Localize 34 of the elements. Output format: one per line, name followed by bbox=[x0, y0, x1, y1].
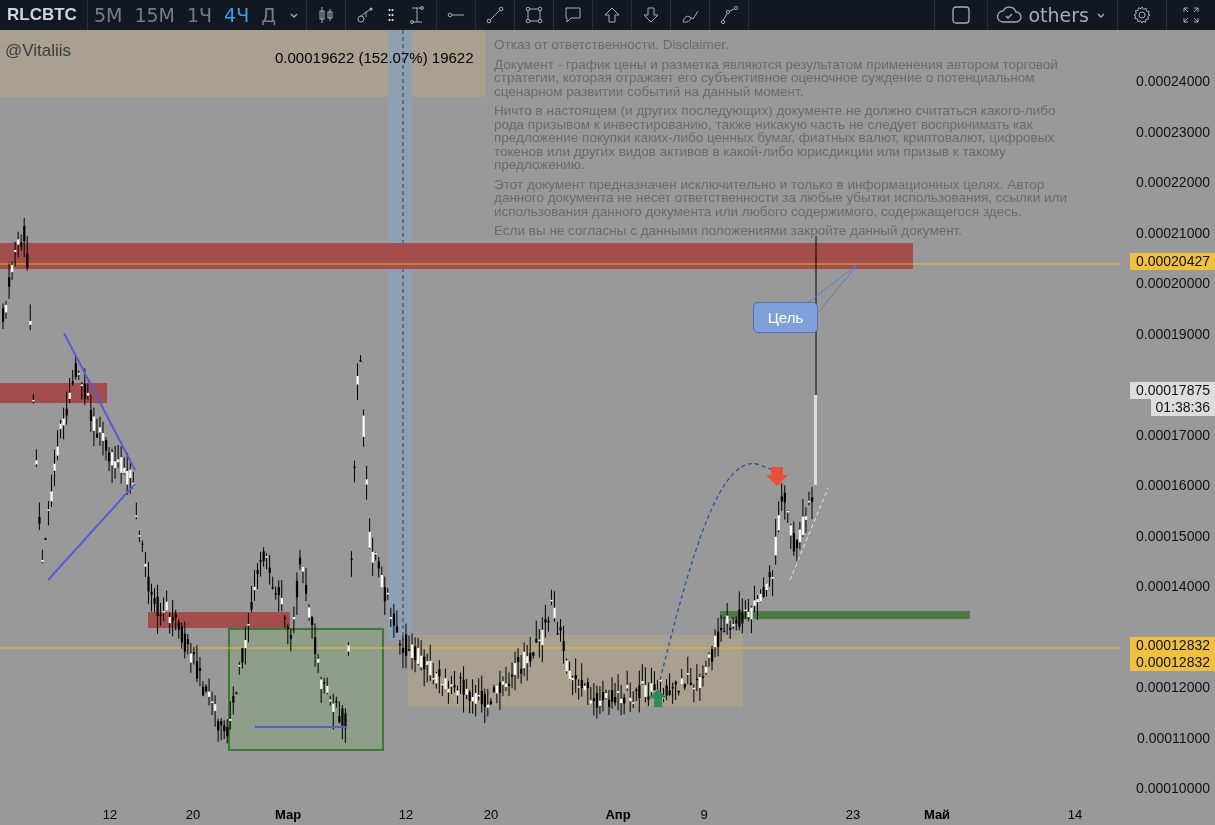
time-axis-label: 20 bbox=[185, 807, 201, 822]
price-axis-label: 0.00020000 bbox=[1136, 275, 1210, 291]
price-axis-label: 0.00019000 bbox=[1136, 325, 1210, 342]
time-axis-label: Апр bbox=[605, 807, 631, 822]
price-axis-label: 0.00012000 bbox=[1136, 679, 1210, 695]
price-axis-label: 0.00017000 bbox=[1136, 426, 1210, 443]
price-axis-label: 0.00016000 bbox=[1136, 477, 1210, 493]
price-axis-label: 0.00014000 bbox=[1136, 578, 1210, 594]
interval-tab[interactable]: Д bbox=[255, 0, 283, 30]
callout: Цель bbox=[753, 302, 818, 333]
price-axis-label: 0.00010000 bbox=[1136, 780, 1210, 796]
countdown-label: 01:38:36 bbox=[1150, 399, 1215, 417]
time-axis-label: Май bbox=[923, 807, 951, 822]
interval-tab[interactable]: 4Ч bbox=[218, 0, 256, 30]
interval-tab[interactable]: 5М bbox=[87, 0, 129, 30]
price-axis-label: 0.00021000 bbox=[1136, 224, 1210, 241]
price-axis-label: 0.00011000 bbox=[1137, 729, 1210, 746]
measure-label: 0.00019622 (152.07%) 19622 bbox=[275, 49, 474, 66]
interval-tab[interactable]: 1Ч bbox=[180, 0, 219, 30]
time-axis-label: 9 bbox=[700, 807, 708, 822]
time-axis-label: 23 bbox=[845, 807, 861, 822]
time-axis-label: 14 bbox=[1067, 807, 1083, 822]
layout-button[interactable]: others bbox=[988, 0, 1117, 30]
symbol-label[interactable]: RLCBTC bbox=[0, 5, 87, 25]
price-axis-label: 0.00015000 bbox=[1136, 527, 1210, 544]
price-axis-label: 0.00023000 bbox=[1136, 123, 1210, 140]
time-axis-label: 12 bbox=[102, 807, 118, 822]
time-axis-label: 12 bbox=[398, 807, 414, 822]
time-axis-label: Мар bbox=[274, 807, 302, 822]
author-label: @Vitaliis bbox=[5, 41, 72, 61]
price-axis-label: 0.00022000 bbox=[1136, 174, 1210, 190]
price-axis-label: 0.00024000 bbox=[1136, 73, 1210, 89]
time-axis-label: 20 bbox=[483, 807, 499, 822]
interval-tab[interactable]: 15М bbox=[128, 0, 181, 30]
